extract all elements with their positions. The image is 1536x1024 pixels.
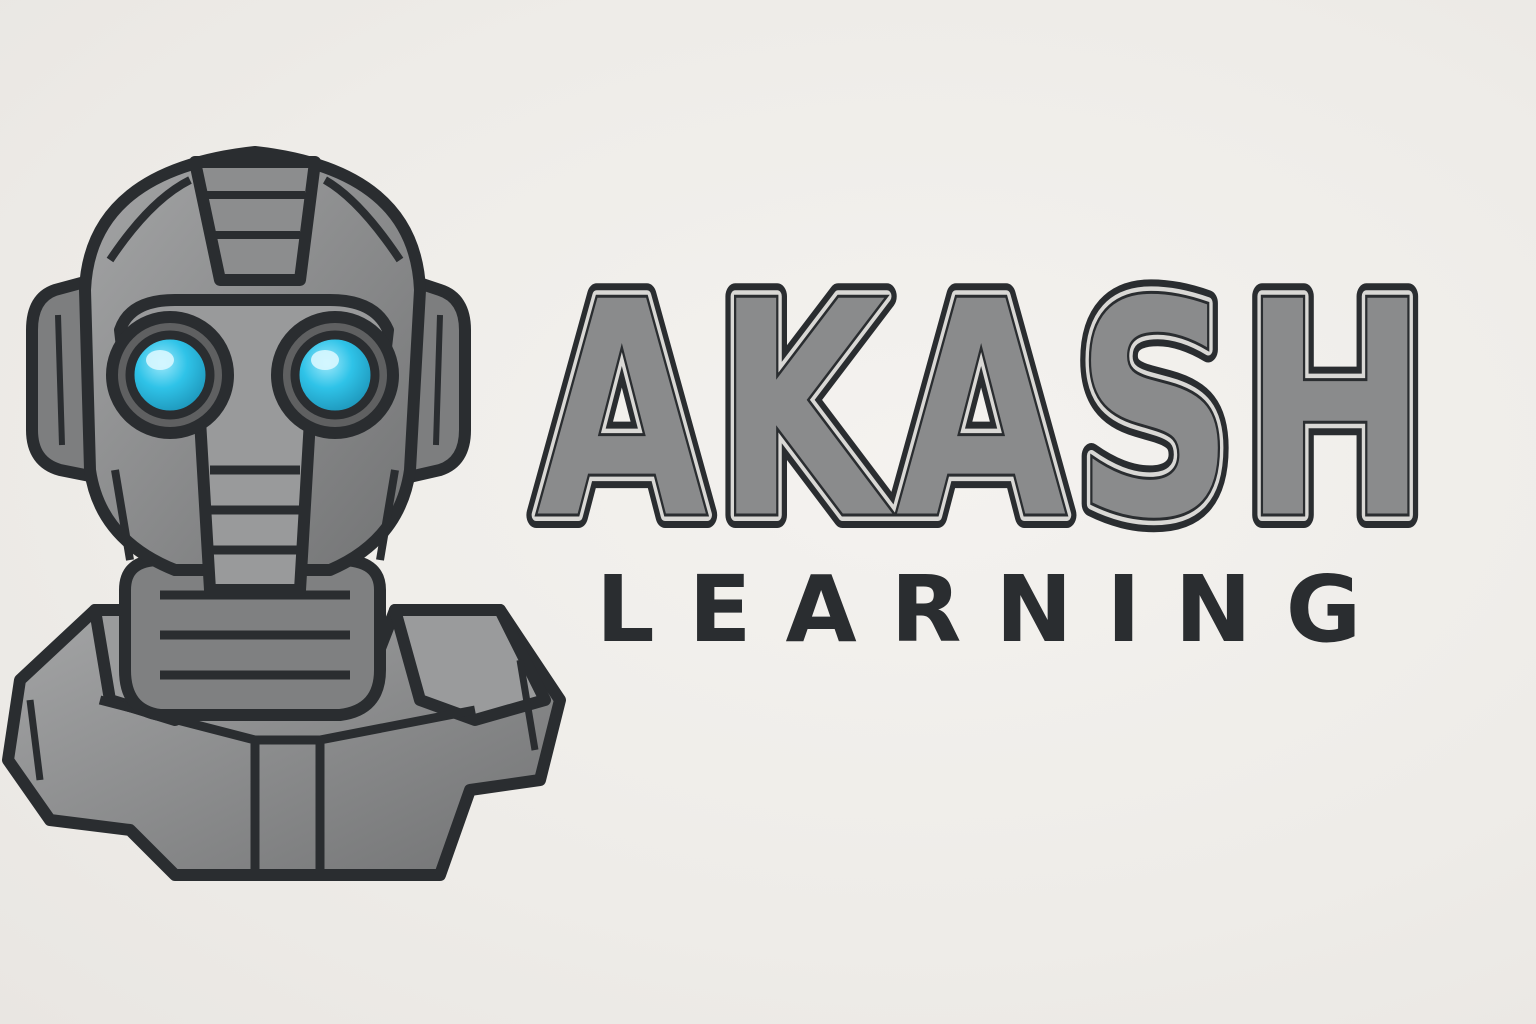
logo-canvas: AKASH AKASH AKASH LEARNING	[0, 0, 1536, 1024]
brand-wordmark: AKASH AKASH AKASH	[522, 250, 1440, 540]
brand-tagline: LEARNING	[596, 556, 1396, 663]
brand-name: AKASH	[535, 250, 1435, 540]
robot-mascot-icon	[2, 146, 566, 881]
